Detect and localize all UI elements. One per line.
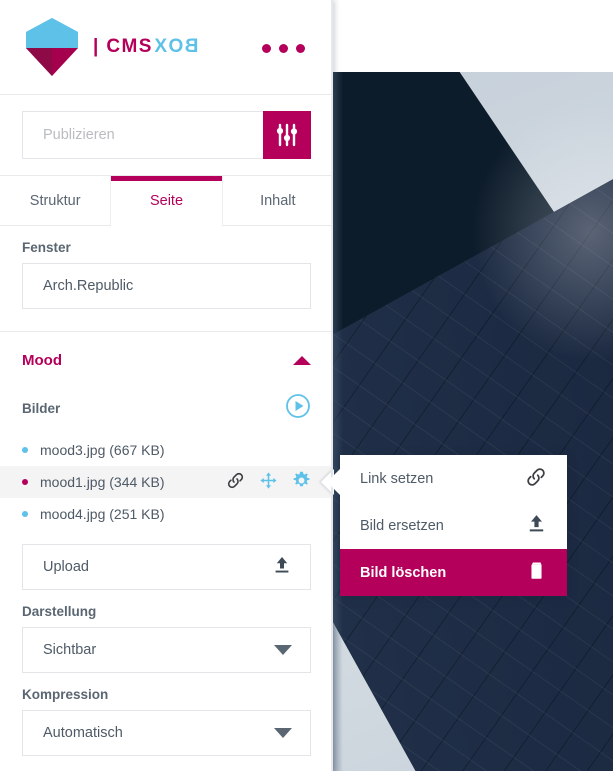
bilder-label: Bilder <box>22 401 61 416</box>
image-file-list: mood3.jpg (667 KB) mood1.jpg (344 KB) mo… <box>0 434 334 530</box>
move-icon[interactable] <box>259 471 278 493</box>
mood-title: Mood <box>22 352 62 369</box>
publish-settings-button[interactable] <box>263 111 311 159</box>
bilder-header: Bilder <box>22 393 311 424</box>
darstellung-label: Darstellung <box>22 604 97 619</box>
logo-box-text: BOX <box>152 36 199 57</box>
menu-item-label: Bild ersetzen <box>360 517 444 534</box>
app-header: | CMS BOX <box>0 0 333 95</box>
status-bullet <box>22 447 28 453</box>
upload-button-label: Upload <box>43 559 89 575</box>
list-item[interactable]: mood4.jpg (251 KB) <box>0 498 333 530</box>
list-item[interactable]: mood1.jpg (344 KB) <box>0 466 334 498</box>
publish-bar: Publizieren <box>0 95 333 176</box>
play-circle-icon[interactable] <box>285 393 311 424</box>
file-name: mood1.jpg (344 KB) <box>40 474 165 490</box>
image-context-menu: Link setzen Bild ersetzen Bild löschen <box>327 455 567 596</box>
fenster-input[interactable]: Arch.Republic <box>22 263 311 309</box>
caret-down-icon <box>274 645 292 655</box>
context-menu-arrow <box>327 469 340 495</box>
upload-icon <box>526 513 547 538</box>
trash-icon <box>526 560 547 585</box>
app-logo[interactable]: | CMS BOX <box>22 16 198 78</box>
darstellung-value: Sichtbar <box>43 642 97 658</box>
kompression-select[interactable]: Automatisch <box>22 710 311 756</box>
status-bullet <box>22 511 28 517</box>
link-icon <box>525 466 547 492</box>
menu-item-link-setzen[interactable]: Link setzen <box>340 455 567 502</box>
logo-cube-icon <box>22 16 82 78</box>
file-name: mood4.jpg (251 KB) <box>40 506 165 522</box>
status-bullet <box>22 479 28 485</box>
row-action-icons <box>226 471 311 493</box>
menu-item-label: Link setzen <box>360 470 434 487</box>
section-tabs: Struktur Seite Inhalt <box>0 176 333 226</box>
chevron-up-icon[interactable] <box>293 356 311 365</box>
kompression-label: Kompression <box>22 687 109 702</box>
upload-button[interactable]: Upload <box>22 544 311 590</box>
fenster-label: Fenster <box>22 240 71 255</box>
editor-panel: | CMS BOX Publizieren Struktur Seite Inh… <box>0 0 334 771</box>
photo-glow <box>471 102 613 362</box>
logo-cms-text: | CMS <box>93 36 153 57</box>
link-icon[interactable] <box>226 471 245 493</box>
tab-seite[interactable]: Seite <box>111 176 223 226</box>
upload-icon <box>272 555 292 579</box>
menu-item-bild-ersetzen[interactable]: Bild ersetzen <box>340 502 567 549</box>
tab-struktur[interactable]: Struktur <box>0 176 112 225</box>
file-name: mood3.jpg (667 KB) <box>40 442 165 458</box>
panel-content: Fenster Arch.Republic Mood Bilder mood3.… <box>0 240 334 756</box>
divider <box>0 331 333 332</box>
gear-icon[interactable] <box>292 471 311 493</box>
kompression-value: Automatisch <box>43 725 123 741</box>
list-item[interactable]: mood3.jpg (667 KB) <box>0 434 333 466</box>
caret-down-icon <box>274 728 292 738</box>
tab-inhalt[interactable]: Inhalt <box>222 176 333 225</box>
publish-input[interactable]: Publizieren <box>22 111 263 159</box>
mood-section-header[interactable]: Mood <box>22 352 311 369</box>
menu-item-label: Bild löschen <box>360 564 447 581</box>
menu-item-bild-loeschen[interactable]: Bild löschen <box>340 549 567 596</box>
darstellung-select[interactable]: Sichtbar <box>22 627 311 673</box>
more-dots-icon[interactable] <box>262 44 305 53</box>
preview-photo <box>331 72 613 771</box>
logo-wordmark: | CMS BOX <box>93 36 198 58</box>
panel-edge <box>331 0 333 771</box>
